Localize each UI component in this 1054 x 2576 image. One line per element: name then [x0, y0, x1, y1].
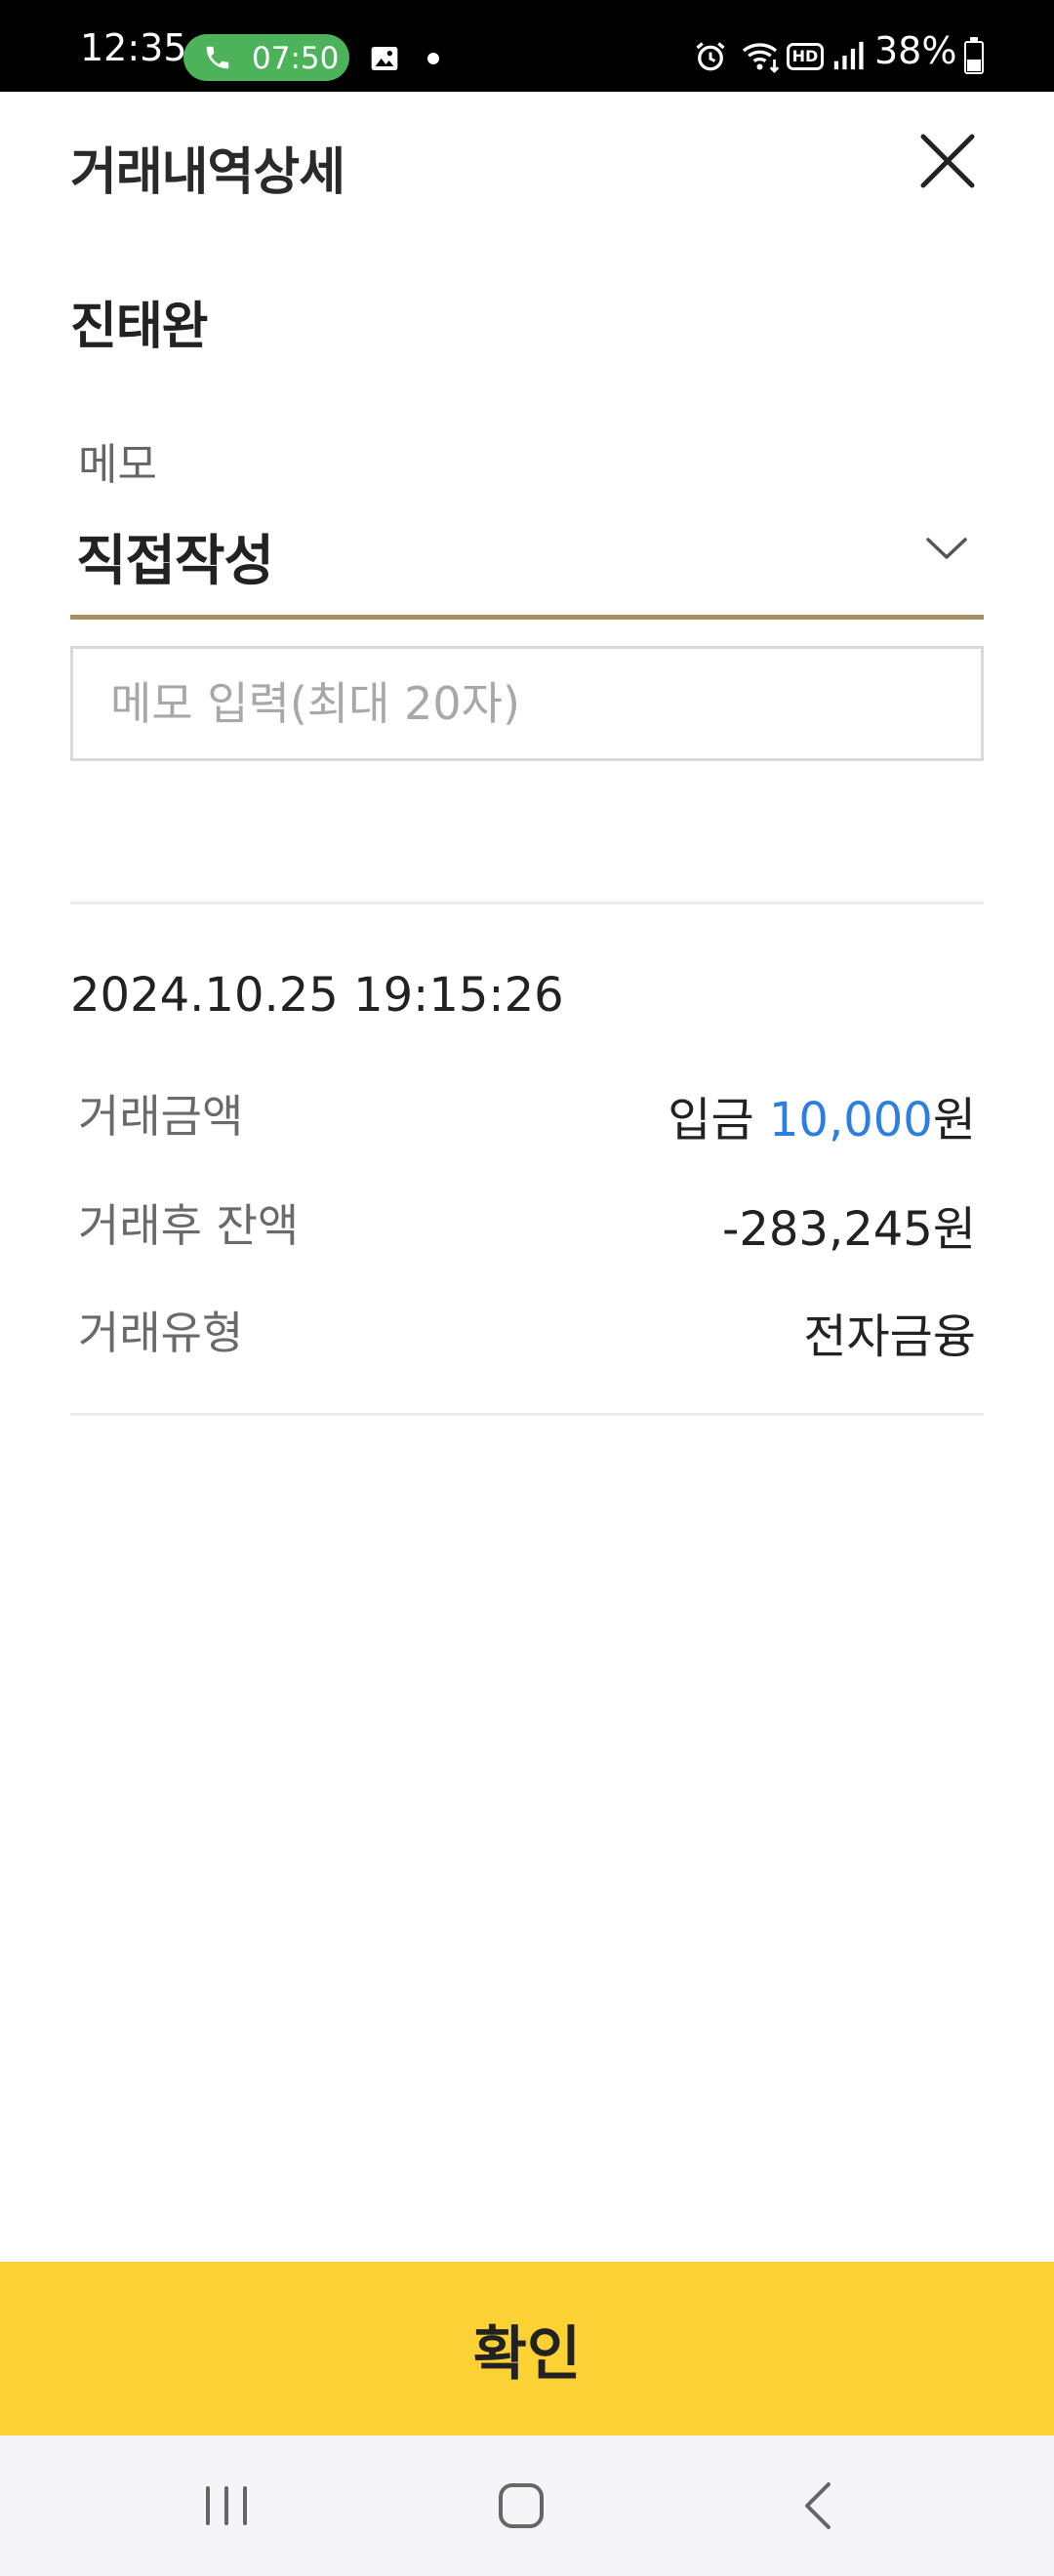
currency-unit: 원: [932, 1202, 976, 1257]
detail-row-balance: 거래후 잔액 -283,245원: [70, 1179, 984, 1257]
close-button[interactable]: [917, 131, 978, 191]
detail-row-type: 거래유형 전자금융: [70, 1286, 984, 1364]
battery-percent: 38%: [874, 29, 957, 72]
memo-input[interactable]: [70, 646, 984, 761]
status-bar: 12:35 07:50 HD 38%: [0, 0, 1054, 92]
hd-voice-icon: HD: [787, 43, 824, 70]
memo-label: 메모: [78, 440, 157, 490]
transaction-datetime: 2024.10.25 19:15:26: [70, 968, 564, 1023]
gallery-icon: [371, 47, 398, 70]
status-time: 12:35: [80, 26, 187, 69]
account-name: 진태완: [70, 298, 209, 356]
phone-icon: [206, 46, 229, 69]
deposit-label: 입금: [668, 1093, 754, 1147]
confirm-button[interactable]: 확인: [0, 2262, 1054, 2435]
balance-label: 거래후 잔액: [78, 1199, 300, 1252]
recent-apps-icon: [206, 2486, 247, 2525]
amount-value: 입금 10,000원: [668, 1081, 976, 1149]
detail-row-amount: 거래금액 입금 10,000원: [70, 1069, 984, 1147]
currency-unit: 원: [932, 1093, 976, 1147]
balance-value: -283,245원: [722, 1190, 976, 1259]
notification-dot: [427, 53, 439, 64]
call-indicator[interactable]: 07:50: [183, 34, 349, 81]
signal-icon: [833, 41, 864, 70]
divider: [70, 1413, 984, 1416]
back-icon: [805, 2482, 831, 2529]
amount-label: 거래금액: [78, 1090, 244, 1143]
back-button[interactable]: [740, 2435, 896, 2576]
deposit-amount: 10,000: [768, 1093, 933, 1147]
memo-type-select[interactable]: 직접작성: [70, 503, 984, 620]
home-icon: [499, 2483, 544, 2528]
wifi-icon: [742, 43, 780, 73]
alarm-icon: [696, 42, 725, 71]
home-button[interactable]: [443, 2435, 599, 2576]
transaction-type-label: 거래유형: [78, 1307, 244, 1359]
system-nav-bar: [0, 2435, 1054, 2576]
balance-amount: -283,245: [722, 1202, 933, 1257]
battery-icon: [964, 37, 984, 74]
divider: [70, 902, 984, 905]
transaction-type-value: 전자금융: [803, 1309, 976, 1364]
close-icon: [920, 134, 975, 188]
page-title: 거래내역상세: [70, 143, 345, 202]
chevron-down-icon: [926, 538, 967, 559]
recent-apps-button[interactable]: [148, 2435, 304, 2576]
memo-select-value: 직접작성: [76, 530, 274, 593]
call-duration: 07:50: [252, 41, 340, 76]
